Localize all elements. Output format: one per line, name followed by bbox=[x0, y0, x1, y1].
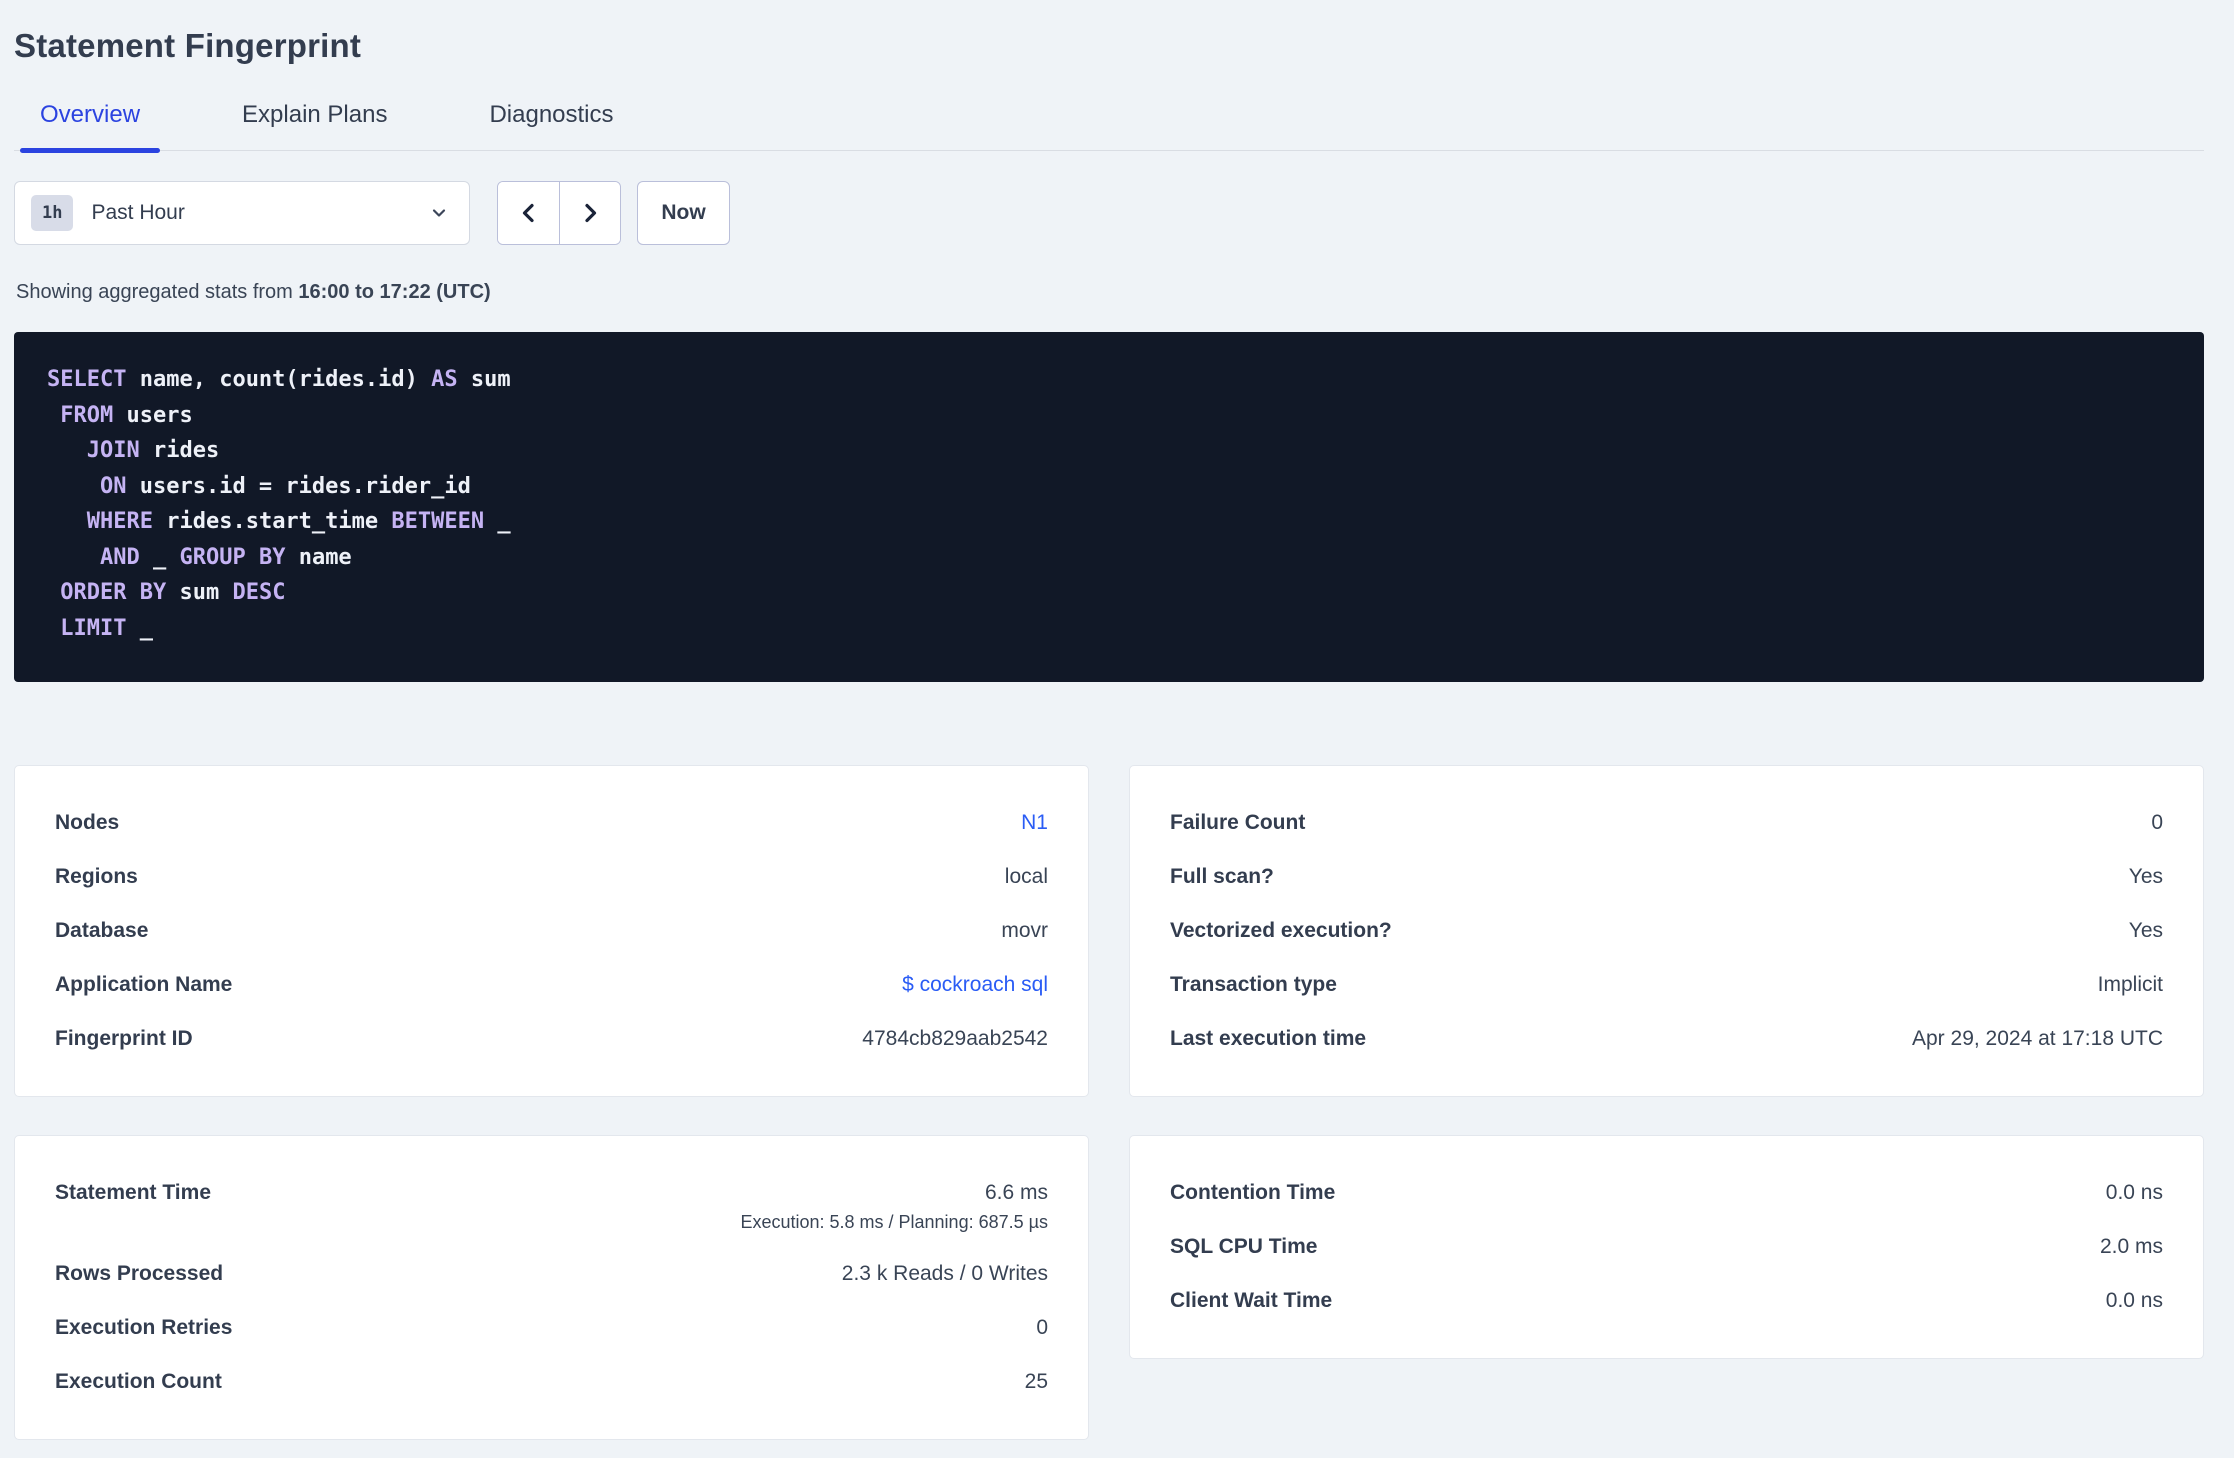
sql-line: LIMIT _ bbox=[60, 615, 153, 641]
contention-time-value: 0.0 ns bbox=[2105, 1181, 2163, 1204]
detail-row-client-wait-time: Client Wait Time 0.0 ns bbox=[1170, 1287, 2163, 1315]
full-scan-label: Full scan? bbox=[1170, 865, 1274, 888]
chevron-right-icon bbox=[578, 201, 602, 225]
tab-explain-plans[interactable]: Explain Plans bbox=[222, 100, 407, 150]
regions-label: Regions bbox=[55, 865, 138, 888]
detail-row-vectorized-execution: Vectorized execution? Yes bbox=[1170, 917, 2163, 945]
interval-badge: 1h bbox=[31, 195, 74, 231]
detail-row-execution-retries: Execution Retries 0 bbox=[55, 1314, 1048, 1342]
interval-label: Past Hour bbox=[91, 201, 185, 224]
detail-row-sql-cpu-time: SQL CPU Time 2.0 ms bbox=[1170, 1233, 2163, 1261]
detail-row-execution-count: Execution Count 25 bbox=[55, 1368, 1048, 1396]
sql-line: FROM users bbox=[60, 402, 193, 428]
application-name-link[interactable]: $ cockroach sql bbox=[902, 971, 1048, 999]
tab-explain-plans-label: Explain Plans bbox=[242, 101, 388, 128]
chevron-left-icon bbox=[517, 201, 541, 225]
detail-row-rows-processed: Rows Processed 2.3 k Reads / 0 Writes bbox=[55, 1260, 1048, 1288]
chevron-down-icon bbox=[429, 203, 449, 223]
vectorized-execution-value: Yes bbox=[2128, 919, 2163, 942]
sql-line: ON users.id = rides.rider_id bbox=[99, 473, 471, 499]
detail-row-fingerprint-id: Fingerprint ID 4784cb829aab2542 bbox=[55, 1025, 1048, 1053]
application-name-label: Application Name bbox=[55, 973, 233, 996]
next-time-window-button[interactable] bbox=[559, 182, 620, 244]
detail-row-contention-time: Contention Time 0.0 ns bbox=[1170, 1179, 2163, 1207]
detail-row-nodes: Nodes N1 bbox=[55, 809, 1048, 837]
database-value: movr bbox=[1001, 919, 1048, 942]
note-time-range: 16:00 to 17:22 (UTC) bbox=[298, 281, 491, 303]
sql-line: AND _ GROUP BY name bbox=[99, 544, 352, 570]
detail-row-failure-count: Failure Count 0 bbox=[1170, 809, 2163, 837]
sql-statement-box: SELECT name, count(rides.id) AS sum FROM… bbox=[14, 332, 2204, 682]
client-wait-time-value: 0.0 ns bbox=[2105, 1289, 2163, 1312]
note-prefix: Showing aggregated stats from bbox=[16, 281, 299, 303]
statement-time-label: Statement Time bbox=[55, 1181, 211, 1204]
vectorized-execution-label: Vectorized execution? bbox=[1170, 919, 1392, 942]
time-window-arrows bbox=[497, 181, 621, 245]
statement-fingerprint-page: Statement Fingerprint Overview Explain P… bbox=[0, 0, 2234, 1440]
detail-row-database: Database movr bbox=[55, 917, 1048, 945]
summary-cards-grid: Nodes N1 Regions local Database movr App… bbox=[14, 765, 2204, 1440]
sql-line: ORDER BY sum DESC bbox=[60, 580, 286, 605]
rows-processed-value: 2.3 k Reads / 0 Writes bbox=[841, 1262, 1048, 1285]
statement-details-card: Nodes N1 Regions local Database movr App… bbox=[14, 765, 1089, 1097]
statement-time-breakdown: Execution: 5.8 ms / Planning: 687.5 µs bbox=[740, 1212, 1048, 1232]
page-title: Statement Fingerprint bbox=[14, 27, 362, 64]
failure-count-label: Failure Count bbox=[1170, 811, 1306, 834]
previous-time-window-button[interactable] bbox=[498, 182, 559, 244]
last-execution-time-label: Last execution time bbox=[1170, 1027, 1367, 1050]
failure-count-value: 0 bbox=[2151, 811, 2163, 834]
statement-time-values: 6.6 ms Execution: 5.8 ms / Planning: 687… bbox=[740, 1179, 1048, 1234]
rows-processed-label: Rows Processed bbox=[55, 1262, 224, 1285]
statement-timing-card: Statement Time 6.6 ms Execution: 5.8 ms … bbox=[14, 1135, 1089, 1440]
detail-row-statement-time: Statement Time 6.6 ms Execution: 5.8 ms … bbox=[55, 1179, 1048, 1234]
statement-time-value: 6.6 ms bbox=[984, 1181, 1048, 1204]
detail-row-application-name: Application Name $ cockroach sql bbox=[55, 971, 1048, 999]
detail-row-transaction-type: Transaction type Implicit bbox=[1170, 971, 2163, 999]
execution-count-label: Execution Count bbox=[55, 1370, 222, 1393]
wait-times-card: Contention Time 0.0 ns SQL CPU Time 2.0 … bbox=[1129, 1135, 2204, 1359]
nodes-link[interactable]: N1 bbox=[1021, 809, 1048, 837]
detail-row-full-scan: Full scan? Yes bbox=[1170, 863, 2163, 891]
tab-overview-label: Overview bbox=[40, 101, 141, 128]
nodes-label: Nodes bbox=[55, 811, 120, 834]
time-controls: 1h Past Hour Now bbox=[14, 181, 2204, 245]
fingerprint-id-label: Fingerprint ID bbox=[55, 1027, 193, 1050]
tab-diagnostics[interactable]: Diagnostics bbox=[469, 100, 633, 150]
fingerprint-id-value: 4784cb829aab2542 bbox=[862, 1027, 1048, 1050]
sql-cpu-time-value: 2.0 ms bbox=[2099, 1235, 2163, 1258]
tab-overview[interactable]: Overview bbox=[20, 100, 161, 153]
time-interval-select[interactable]: 1h Past Hour bbox=[14, 181, 470, 245]
execution-retries-value: 0 bbox=[1036, 1316, 1048, 1339]
sql-line: JOIN rides bbox=[86, 438, 220, 463]
full-scan-value: Yes bbox=[2128, 865, 2163, 888]
contention-time-label: Contention Time bbox=[1170, 1181, 1336, 1204]
sql-line: WHERE rides.start_time BETWEEN _ bbox=[86, 509, 511, 534]
execution-count-value: 25 bbox=[1024, 1370, 1048, 1393]
detail-row-regions: Regions local bbox=[55, 863, 1048, 891]
client-wait-time-label: Client Wait Time bbox=[1170, 1289, 1333, 1312]
execution-retries-label: Execution Retries bbox=[55, 1316, 233, 1339]
regions-value: local bbox=[1004, 865, 1048, 888]
transaction-type-value: Implicit bbox=[2097, 973, 2163, 996]
tab-diagnostics-label: Diagnostics bbox=[489, 101, 614, 128]
sql-line: SELECT name, count(rides.id) AS sum bbox=[47, 367, 511, 392]
tab-bar: Overview Explain Plans Diagnostics bbox=[14, 100, 2204, 153]
execution-attributes-card: Failure Count 0 Full scan? Yes Vectorize… bbox=[1129, 765, 2204, 1097]
aggregated-stats-note: Showing aggregated stats from 16:00 to 1… bbox=[16, 281, 2204, 304]
sql-cpu-time-label: SQL CPU Time bbox=[1170, 1235, 1318, 1258]
detail-row-last-execution-time: Last execution time Apr 29, 2024 at 17:1… bbox=[1170, 1025, 2163, 1053]
database-label: Database bbox=[55, 919, 149, 942]
last-execution-time-value: Apr 29, 2024 at 17:18 UTC bbox=[1912, 1027, 2163, 1050]
transaction-type-label: Transaction type bbox=[1170, 973, 1337, 996]
now-button[interactable]: Now bbox=[637, 181, 730, 245]
